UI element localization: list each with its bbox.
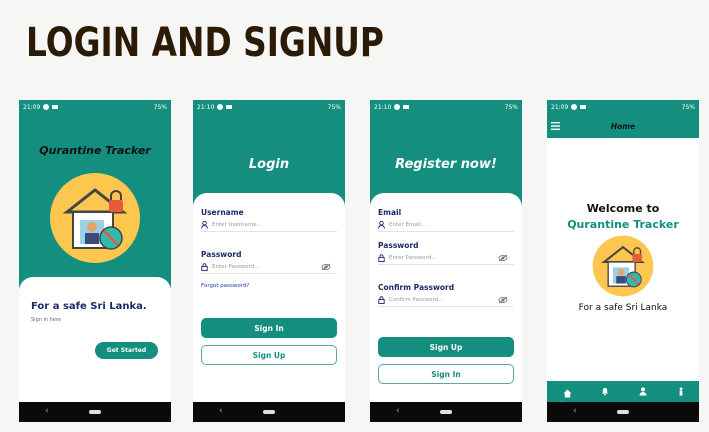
password-field[interactable]: Enter Password... [201, 261, 337, 274]
lock-icon [201, 263, 208, 271]
password-placeholder: Enter Password... [389, 255, 437, 261]
lock-icon [378, 296, 385, 304]
notification-icon [217, 104, 224, 110]
forgot-password-link[interactable]: Forgot password? [201, 283, 249, 289]
welcome-text: Welcome to [586, 202, 660, 215]
sign-up-button[interactable]: Sign Up [201, 345, 337, 365]
system-nav-bar: ‹ [370, 402, 522, 422]
system-nav-bar: ‹ [547, 402, 699, 422]
back-icon[interactable]: ‹ [45, 406, 49, 416]
bottom-nav: Home [547, 381, 699, 407]
phone-splash: 21:09 75% Qurantine Tracker For a safe S… [19, 100, 171, 422]
confirm-password-placeholder: Confirm Password... [389, 297, 444, 303]
app-bar: Home [547, 114, 699, 138]
status-bar: 21:10 75% [370, 100, 522, 114]
bell-icon[interactable] [601, 387, 609, 396]
sign-in-button[interactable]: Sign In [378, 364, 514, 384]
system-nav-bar: ‹ [193, 402, 345, 422]
status-time: 21:10 [374, 103, 392, 111]
notification-icon [571, 104, 578, 110]
login-card: Username Enter Username... Password Ente… [193, 193, 345, 402]
back-icon[interactable]: ‹ [573, 406, 577, 416]
username-label: Username [201, 208, 244, 217]
home-tagline: For a safe Sri Lanka [578, 303, 668, 313]
status-battery: 75% [681, 103, 695, 111]
status-bar: 21:10 75% [193, 100, 345, 114]
home-icon [563, 389, 571, 398]
status-battery: 75% [153, 103, 167, 111]
notification-icon [43, 104, 50, 110]
page-headline: LOGIN AND SIGNUP [26, 20, 384, 66]
login-title: Login [248, 157, 290, 172]
tagline: For a safe Sri Lanka. [31, 301, 147, 312]
password-placeholder: Enter Password... [212, 264, 260, 270]
app-bar-title: Home [610, 122, 636, 131]
profile-icon[interactable] [639, 387, 647, 396]
password-label: Password [378, 241, 419, 250]
eye-off-icon[interactable] [498, 296, 508, 304]
phone-register: 21:10 75% Register now! Email Enter Emai… [370, 100, 522, 422]
media-icon [580, 105, 587, 109]
back-icon[interactable]: ‹ [396, 406, 400, 416]
status-battery: 75% [504, 103, 518, 111]
eye-off-icon[interactable] [498, 254, 508, 262]
status-time: 21:09 [23, 103, 41, 111]
phone-home: 21:09 75% Home Welcome to Qurantine Trac… [547, 100, 699, 422]
notification-icon [394, 104, 401, 110]
status-bar: 21:09 75% [547, 100, 699, 114]
system-nav-bar: ‹ [19, 402, 171, 422]
user-icon [201, 221, 208, 229]
home-gesture-icon[interactable] [440, 410, 452, 414]
phone-login: 21:10 75% Login Username Enter Username.… [193, 100, 345, 422]
sign-in-hint: Sign in here [31, 317, 61, 323]
confirm-password-label: Confirm Password [378, 283, 455, 292]
media-icon [403, 105, 410, 109]
status-battery: 75% [327, 103, 341, 111]
sign-up-button[interactable]: Sign Up [378, 337, 514, 357]
home-gesture-icon[interactable] [263, 410, 275, 414]
register-card: Email Enter Email... Password Enter Pass… [370, 193, 522, 402]
splash-card: For a safe Sri Lanka. Sign in here Get S… [19, 277, 171, 402]
status-bar: 21:09 75% [19, 100, 171, 114]
quarantine-house-icon [50, 173, 140, 263]
status-time: 21:10 [197, 103, 215, 111]
password-field[interactable]: Enter Password... [378, 252, 514, 265]
home-gesture-icon[interactable] [89, 410, 101, 414]
register-title: Register now! [395, 157, 497, 172]
user-icon [378, 221, 385, 229]
username-placeholder: Enter Username... [212, 222, 262, 228]
email-placeholder: Enter Email... [389, 222, 427, 228]
media-icon [226, 105, 233, 109]
app-title: Qurantine Tracker [39, 144, 151, 157]
media-icon [52, 105, 59, 109]
email-field[interactable]: Enter Email... [378, 219, 514, 232]
lock-icon [378, 254, 385, 262]
home-gesture-icon[interactable] [617, 410, 629, 414]
status-time: 21:09 [551, 103, 569, 111]
person-icon[interactable] [677, 387, 685, 396]
email-label: Email [378, 208, 402, 217]
home-app-title: Qurantine Tracker [567, 218, 679, 231]
quarantine-house-icon [592, 235, 654, 297]
eye-off-icon[interactable] [321, 263, 331, 271]
get-started-button[interactable]: Get Started [95, 342, 158, 359]
password-label: Password [201, 250, 242, 259]
username-field[interactable]: Enter Username... [201, 219, 337, 232]
back-icon[interactable]: ‹ [219, 406, 223, 416]
confirm-password-field[interactable]: Confirm Password... [378, 294, 514, 307]
sign-in-button[interactable]: Sign In [201, 318, 337, 338]
